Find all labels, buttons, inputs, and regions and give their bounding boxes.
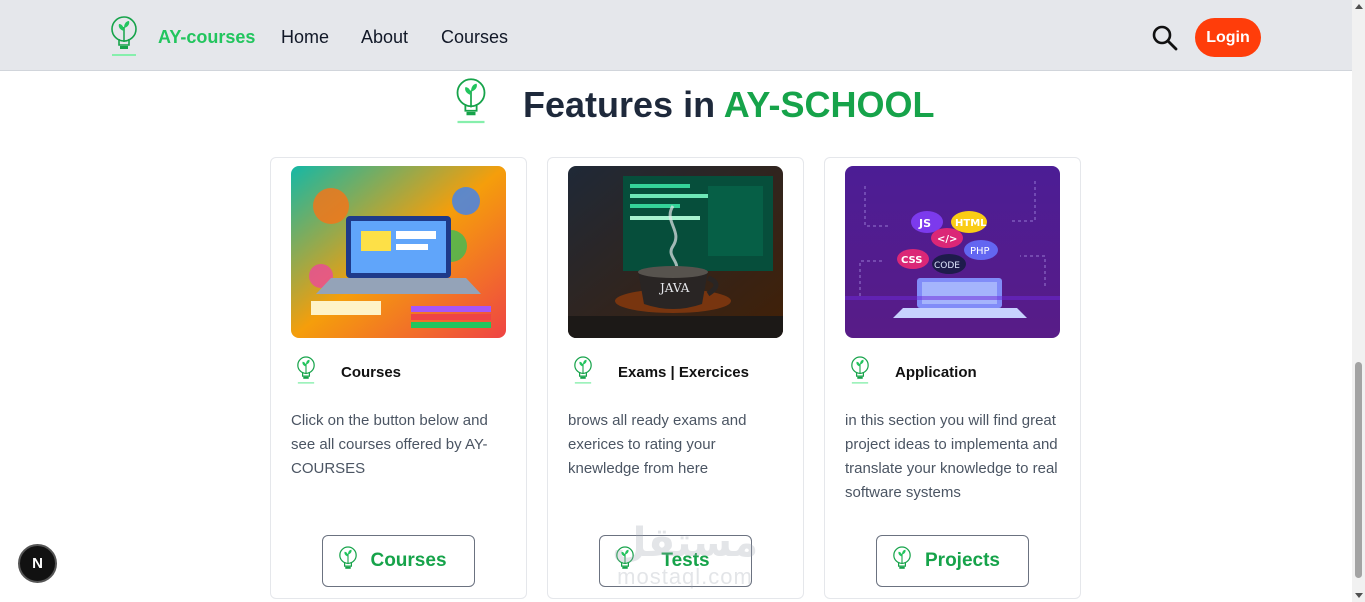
navbar: AY-courses Home About Courses Login [0, 0, 1352, 71]
button-label: Projects [925, 550, 1000, 571]
nav-link-home[interactable]: Home [281, 27, 329, 48]
page-title-accent: AY-SCHOOL [723, 84, 935, 125]
laptop-education-image [291, 166, 506, 338]
nav-link-about[interactable]: About [361, 27, 408, 48]
tests-button[interactable]: Tests [599, 535, 752, 587]
svg-text:CSS: CSS [901, 255, 922, 266]
card-description: Click on the button below and see all co… [291, 412, 488, 477]
page-title-prefix: Features in [523, 84, 724, 125]
button-label: Courses [370, 550, 447, 571]
bulb-logo-icon [297, 356, 315, 384]
feature-card-application: JS HTML </> CSS CODE PHP Application in … [824, 157, 1081, 599]
bulb-logo-icon [574, 356, 592, 384]
bulb-logo-icon[interactable] [108, 14, 140, 64]
svg-text:CODE: CODE [934, 261, 960, 271]
bulb-logo-icon [851, 356, 869, 384]
page-title: Features in AY-SCHOOL [523, 84, 934, 126]
login-button[interactable]: Login [1195, 18, 1261, 57]
courses-button[interactable]: Courses [322, 535, 475, 587]
scrollbar-thumb[interactable] [1355, 362, 1362, 578]
dev-tools-button[interactable]: N [18, 544, 57, 583]
card-description: brows all ready exams and exerices to ra… [568, 412, 747, 477]
svg-text:PHP: PHP [970, 246, 990, 257]
svg-text:HTML: HTML [955, 218, 987, 229]
bulb-logo-icon [456, 78, 486, 124]
svg-text:JAVA: JAVA [658, 281, 690, 295]
card-title: Exams | Exercices [618, 364, 749, 381]
brand-name[interactable]: AY-courses [158, 27, 255, 48]
card-title: Application [895, 364, 977, 381]
code-laptop-image: JS HTML </> CSS CODE PHP [845, 166, 1060, 338]
card-title: Courses [341, 364, 402, 381]
scrollbar[interactable] [1352, 0, 1365, 602]
scroll-up-arrow-icon[interactable] [1355, 4, 1363, 9]
feature-card-courses: Courses Click on the button below and se… [270, 157, 527, 599]
java-coffee-image: JAVA [568, 166, 783, 338]
svg-text:</>: </> [937, 234, 957, 245]
feature-card-exams: JAVA Exams | Exercices brows all ready e… [547, 157, 804, 599]
search-icon[interactable] [1151, 24, 1179, 52]
nav-link-courses[interactable]: Courses [441, 27, 508, 48]
svg-text:JS: JS [918, 217, 931, 230]
scroll-down-arrow-icon[interactable] [1355, 593, 1363, 598]
projects-button[interactable]: Projects [876, 535, 1029, 587]
card-description: in this section you will find great proj… [845, 412, 1058, 501]
button-label: Tests [661, 550, 710, 571]
